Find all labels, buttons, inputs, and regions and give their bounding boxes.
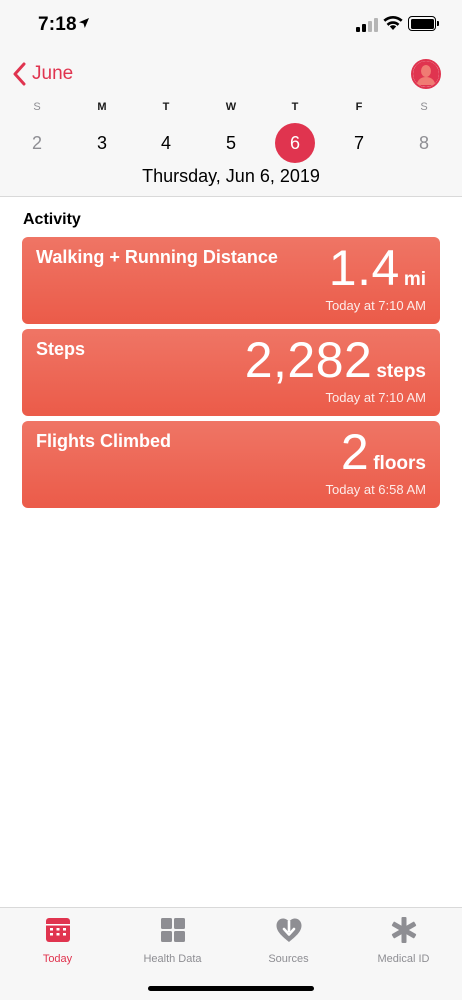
card-title: Steps (36, 339, 86, 359)
card-timestamp: Today at 7:10 AM (325, 390, 426, 405)
tab-label: Medical ID (377, 953, 430, 965)
card-value-group: 1.4 mi (329, 241, 426, 295)
activity-card-list: Walking + Running Distance 1.4 mi Today … (22, 237, 440, 513)
calendar-icon (45, 918, 70, 942)
tab-label: Sources (268, 953, 309, 965)
weekday-label: S (420, 101, 428, 113)
card-unit: mi (403, 269, 426, 290)
tab-sources[interactable]: Sources (231, 916, 346, 976)
tab-medical-id[interactable]: Medical ID (346, 916, 461, 976)
tab-label: Today (42, 953, 73, 965)
status-time: 7:18 (38, 14, 77, 35)
date-cell-selected[interactable]: 6 (275, 123, 315, 163)
card-unit: steps (376, 361, 426, 382)
header: June S M T W T F S 2 3 4 5 6 7 8 Thursda… (0, 48, 462, 197)
home-indicator[interactable] (148, 986, 314, 991)
date-cell[interactable]: 3 (82, 123, 122, 163)
date-cell[interactable]: 2 (17, 123, 57, 163)
activity-card-flights[interactable]: Flights Climbed 2 floors Today at 6:58 A… (22, 421, 440, 508)
back-label: June (32, 63, 74, 84)
weekday-label: S (33, 101, 41, 113)
activity-card-distance[interactable]: Walking + Running Distance 1.4 mi Today … (22, 237, 440, 324)
tab-health-data[interactable]: Health Data (115, 916, 230, 976)
date-cell[interactable]: 7 (339, 123, 379, 163)
asterisk-icon (391, 917, 416, 943)
card-value: 2,282 (244, 332, 373, 388)
section-title-activity: Activity (23, 211, 81, 228)
card-timestamp: Today at 7:10 AM (325, 298, 426, 313)
weekday-label: T (162, 101, 170, 113)
weekday-row: S M T W T F S (0, 101, 462, 117)
wifi-icon (383, 15, 403, 30)
card-value: 1.4 (328, 240, 400, 296)
weekday-label: F (355, 101, 363, 113)
grid-icon (160, 918, 185, 942)
date-cell[interactable]: 8 (404, 123, 444, 163)
card-value-group: 2 floors (341, 425, 426, 479)
date-row: 2 3 4 5 6 7 8 (0, 123, 462, 163)
tab-bar: Today Health Data Sources Medical ID (0, 907, 462, 1000)
weekday-label: W (225, 101, 237, 113)
activity-card-steps[interactable]: Steps 2,282 steps Today at 7:10 AM (22, 329, 440, 416)
date-cell[interactable]: 5 (211, 123, 251, 163)
battery-icon (408, 16, 439, 31)
chevron-left-icon (13, 62, 26, 86)
tab-label: Health Data (143, 953, 202, 965)
card-value-group: 2,282 steps (245, 333, 426, 387)
profile-button[interactable] (411, 59, 441, 89)
date-cell[interactable]: 4 (146, 123, 186, 163)
location-arrow-icon (79, 18, 89, 28)
card-title: Walking + Running Distance (36, 247, 278, 267)
back-button[interactable]: June (12, 60, 73, 88)
card-title: Flights Climbed (36, 431, 171, 451)
weekday-label: M (97, 101, 107, 113)
cellular-signal-icon (356, 18, 378, 32)
card-value: 2 (340, 424, 370, 480)
full-date-label: Thursday, Jun 6, 2019 (142, 166, 320, 186)
card-unit: floors (373, 453, 426, 474)
weekday-label: T (291, 101, 299, 113)
tab-today[interactable]: Today (0, 916, 115, 976)
card-timestamp: Today at 6:58 AM (325, 482, 426, 497)
heart-download-icon (276, 918, 301, 942)
status-bar: 7:18 (0, 0, 462, 48)
profile-icon (413, 61, 439, 87)
